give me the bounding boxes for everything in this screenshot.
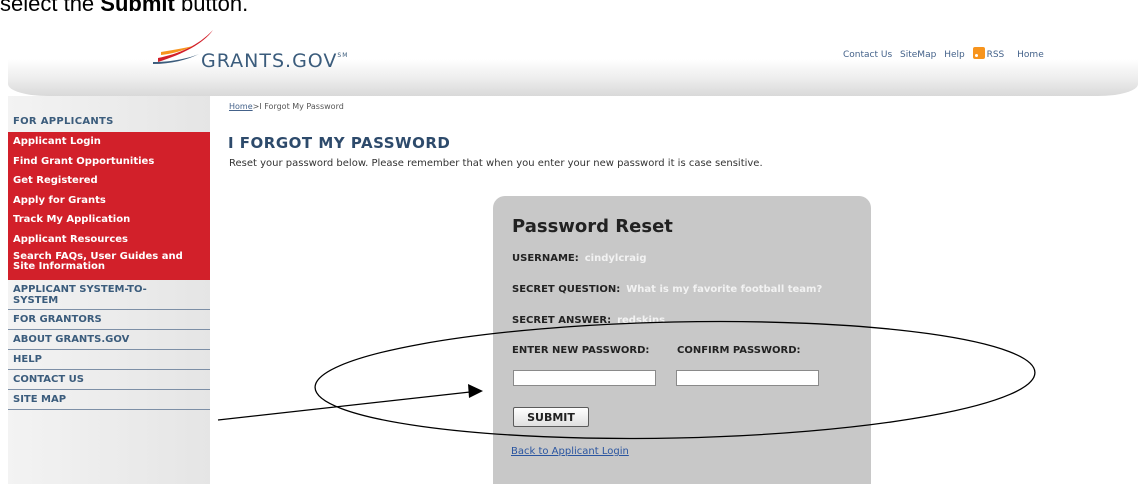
sidebar-item-contact[interactable]: CONTACT US: [8, 370, 210, 390]
pointer-arrowhead: [468, 384, 483, 398]
page-title: I FORGOT MY PASSWORD: [228, 134, 451, 152]
home-link[interactable]: Home: [1017, 50, 1044, 60]
sidebar-item-search-faqs[interactable]: Search FAQs, User Guides and Site Informa…: [8, 249, 210, 275]
rss-label: RSS: [986, 50, 1005, 60]
confirm-password-input[interactable]: [676, 370, 819, 386]
rss-link[interactable]: RSS: [972, 47, 1010, 60]
breadcrumb-home-link[interactable]: Home: [229, 102, 253, 111]
password-reset-panel: Password Reset USERNAME: cindylcraig SECR…: [493, 196, 871, 484]
sidebar-item-apply[interactable]: Apply for Grants: [8, 191, 210, 211]
site-header: GRANTS.GOVSM Contact Us SiteMap Help RSS…: [8, 14, 1138, 96]
username-value: cindylcraig: [584, 253, 647, 264]
panel-title: Password Reset: [512, 216, 673, 237]
breadcrumb: Home>I Forgot My Password: [229, 102, 344, 111]
top-links: Contact Us SiteMap Help RSS Home: [843, 47, 1049, 60]
sidebar-item-help[interactable]: HELP: [8, 350, 210, 370]
new-password-input[interactable]: [513, 370, 656, 386]
sidebar-item-for-grantors[interactable]: FOR GRANTORS: [8, 310, 210, 330]
help-link[interactable]: Help: [944, 50, 965, 60]
main-menu: APPLICANT SYSTEM-TO- SYSTEM FOR GRANTORS …: [8, 280, 210, 410]
secret-question-value: What is my favorite football team?: [626, 284, 823, 295]
secret-answer-row: SECRET ANSWER: redskins: [512, 315, 665, 326]
sidebar-item-applicant-login[interactable]: Applicant Login: [8, 132, 210, 152]
sidebar-heading[interactable]: FOR APPLICANTS: [13, 116, 114, 127]
logo-text[interactable]: GRANTS.GOVSM: [201, 50, 348, 72]
sidebar-item-get-registered[interactable]: Get Registered: [8, 171, 210, 191]
submit-button[interactable]: SUBMIT: [513, 407, 589, 427]
back-to-login-link[interactable]: Back to Applicant Login: [511, 446, 629, 457]
rss-icon: [972, 47, 985, 59]
logo-service-mark: SM: [337, 52, 349, 59]
secret-question-row: SECRET QUESTION: What is my favorite foot…: [512, 284, 822, 295]
system-to-system-line1: APPLICANT SYSTEM-TO-: [13, 284, 147, 295]
sidebar-item-system-to-system[interactable]: APPLICANT SYSTEM-TO- SYSTEM: [8, 280, 210, 310]
logo-wordmark: GRANTS.GOV: [201, 50, 338, 72]
secret-answer-value: redskins: [617, 315, 666, 326]
username-label: USERNAME:: [512, 253, 579, 264]
sidebar: FOR APPLICANTS Applicant Login Find Gran…: [8, 96, 210, 484]
new-password-label: ENTER NEW PASSWORD:: [512, 345, 650, 356]
system-to-system-line2: SYSTEM: [13, 295, 59, 306]
applicant-menu: Applicant Login Find Grant Opportunities…: [8, 132, 210, 280]
breadcrumb-current: I Forgot My Password: [259, 102, 344, 111]
username-row: USERNAME: cindylcraig: [512, 253, 647, 264]
page-intro: Reset your password below. Please rememb…: [229, 158, 763, 169]
sidebar-item-track[interactable]: Track My Application: [8, 210, 210, 230]
sidebar-item-find-grants[interactable]: Find Grant Opportunities: [8, 152, 210, 172]
contact-us-link[interactable]: Contact Us: [843, 50, 892, 60]
pointer-arrow-line: [217, 391, 471, 421]
sidebar-item-site-map[interactable]: SITE MAP: [8, 390, 210, 410]
search-faqs-line2: Site Information: [13, 261, 106, 272]
sidebar-item-about[interactable]: ABOUT GRANTS.GOV: [8, 330, 210, 350]
secret-question-label: SECRET QUESTION:: [512, 284, 621, 295]
confirm-password-label: CONFIRM PASSWORD:: [677, 345, 801, 356]
sidebar-item-resources[interactable]: Applicant Resources: [8, 230, 210, 250]
secret-answer-label: SECRET ANSWER:: [512, 315, 612, 326]
sitemap-link[interactable]: SiteMap: [900, 50, 936, 60]
